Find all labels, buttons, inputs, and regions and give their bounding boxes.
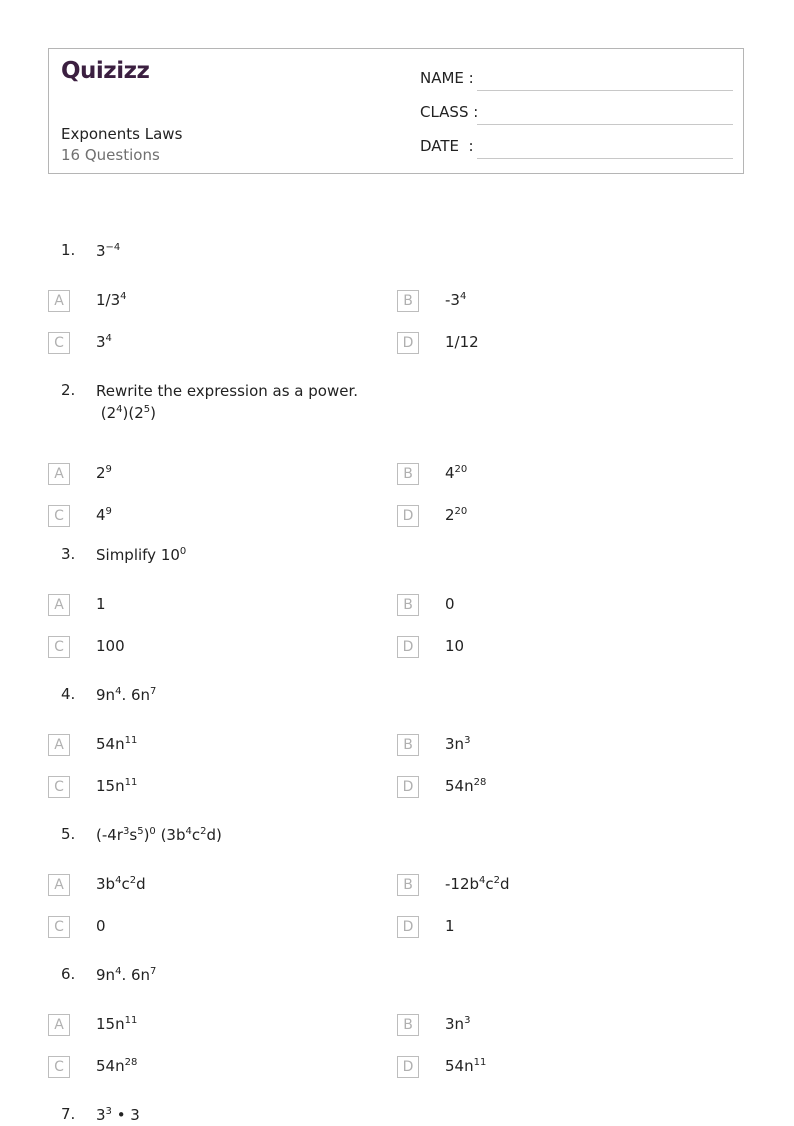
option-text: 15n11	[96, 1015, 138, 1033]
option-letter-box[interactable]: B	[397, 290, 419, 312]
question-count: 16 Questions	[61, 146, 160, 164]
option-b[interactable]: B -12b4c2d	[397, 874, 510, 896]
option-a[interactable]: A 54n11	[48, 734, 137, 756]
worksheet-header: Quizizz Exponents Laws 16 Questions NAME…	[48, 48, 744, 174]
option-text: 54n11	[445, 1057, 487, 1075]
option-b[interactable]: B -34	[397, 290, 466, 312]
option-letter-box[interactable]: D	[397, 332, 419, 354]
date-line[interactable]	[477, 157, 733, 159]
option-letter-box[interactable]: D	[397, 916, 419, 938]
class-label: CLASS :	[420, 103, 479, 121]
date-label: DATE :	[420, 137, 474, 155]
option-d[interactable]: D 10	[397, 636, 464, 658]
question-text: 9n4. 6n7	[96, 966, 157, 984]
option-text: 29	[96, 464, 112, 482]
option-a[interactable]: A 1/34	[48, 290, 127, 312]
option-text: 49	[96, 506, 112, 524]
question-number: 4.	[61, 685, 76, 703]
question-text: 3−4	[96, 242, 121, 260]
option-letter-box[interactable]: B	[397, 1014, 419, 1036]
option-letter-box[interactable]: C	[48, 1056, 70, 1078]
option-text: -34	[445, 291, 467, 309]
name-line[interactable]	[477, 89, 733, 91]
question-number: 7.	[61, 1105, 76, 1123]
option-b[interactable]: B 3n3	[397, 1014, 470, 1036]
option-a[interactable]: A1	[48, 594, 106, 616]
option-c[interactable]: C 100	[48, 636, 125, 658]
option-c[interactable]: C 15n11	[48, 776, 137, 798]
question-text: 9n4. 6n7	[96, 686, 157, 704]
question-text: Rewrite the expression as a power. (24)(…	[96, 382, 359, 422]
option-text: 54n11	[96, 735, 138, 753]
question-number: 2.	[61, 381, 76, 399]
option-letter-box[interactable]: D	[397, 776, 419, 798]
quizizz-logo: Quizizz	[61, 58, 150, 84]
option-c[interactable]: C 34	[48, 332, 112, 354]
option-letter-box[interactable]: C	[48, 776, 70, 798]
option-text: 0	[96, 917, 106, 935]
option-letter-box[interactable]: A	[48, 1014, 70, 1036]
question-text: Simplify 100	[96, 546, 187, 564]
option-d[interactable]: D 54n11	[397, 1056, 486, 1078]
option-letter-box[interactable]: C	[48, 916, 70, 938]
option-d[interactable]: D 220	[397, 505, 467, 527]
option-text: 54n28	[445, 777, 487, 795]
option-text: 15n11	[96, 777, 138, 795]
option-c[interactable]: C 54n28	[48, 1056, 137, 1078]
option-letter-box[interactable]: A	[48, 290, 70, 312]
option-text: -12b4c2d	[445, 875, 510, 893]
option-text: 3n3	[445, 1015, 471, 1033]
option-letter-box[interactable]: A	[48, 463, 70, 485]
option-letter-box[interactable]: C	[48, 636, 70, 658]
option-c[interactable]: C0	[48, 916, 106, 938]
option-b[interactable]: B 420	[397, 463, 467, 485]
option-text: 3b4c2d	[96, 875, 146, 893]
option-letter-box[interactable]: D	[397, 505, 419, 527]
option-text: 0	[445, 595, 455, 613]
option-text: 10	[445, 637, 465, 655]
option-letter-box[interactable]: B	[397, 734, 419, 756]
date-field[interactable]: DATE :	[420, 137, 733, 159]
option-b[interactable]: B 3n3	[397, 734, 470, 756]
class-field[interactable]: CLASS :	[420, 103, 733, 125]
option-text: 420	[445, 464, 468, 482]
option-a[interactable]: A 15n11	[48, 1014, 137, 1036]
option-letter-box[interactable]: C	[48, 332, 70, 354]
option-letter-box[interactable]: B	[397, 463, 419, 485]
option-letter-box[interactable]: C	[48, 505, 70, 527]
question-number: 6.	[61, 965, 76, 983]
option-letter-box[interactable]: A	[48, 874, 70, 896]
class-line[interactable]	[477, 123, 733, 125]
name-field[interactable]: NAME :	[420, 69, 733, 91]
option-letter-box[interactable]: A	[48, 594, 70, 616]
option-text: 34	[96, 333, 112, 351]
option-d[interactable]: D 1/12	[397, 332, 479, 354]
option-text: 1/12	[445, 333, 479, 351]
option-a[interactable]: A 3b4c2d	[48, 874, 146, 896]
option-text: 1	[96, 595, 106, 613]
option-text: 54n28	[96, 1057, 138, 1075]
option-b[interactable]: B0	[397, 594, 455, 616]
option-text: 100	[96, 637, 125, 655]
option-d[interactable]: D 54n28	[397, 776, 486, 798]
option-letter-box[interactable]: A	[48, 734, 70, 756]
option-d[interactable]: D1	[397, 916, 455, 938]
option-text: 1	[445, 917, 455, 935]
question-number: 1.	[61, 241, 76, 259]
option-letter-box[interactable]: B	[397, 594, 419, 616]
option-text: 1/34	[96, 291, 127, 309]
option-letter-box[interactable]: D	[397, 1056, 419, 1078]
question-number: 5.	[61, 825, 76, 843]
option-text: 3n3	[445, 735, 471, 753]
worksheet-title: Exponents Laws	[61, 125, 183, 143]
question-text: (-4r3s5)0 (3b4c2d)	[96, 826, 222, 844]
name-label: NAME :	[420, 69, 474, 87]
option-letter-box[interactable]: D	[397, 636, 419, 658]
question-number: 3.	[61, 545, 76, 563]
option-letter-box[interactable]: B	[397, 874, 419, 896]
option-text: 220	[445, 506, 468, 524]
option-a[interactable]: A 29	[48, 463, 112, 485]
option-c[interactable]: C 49	[48, 505, 112, 527]
